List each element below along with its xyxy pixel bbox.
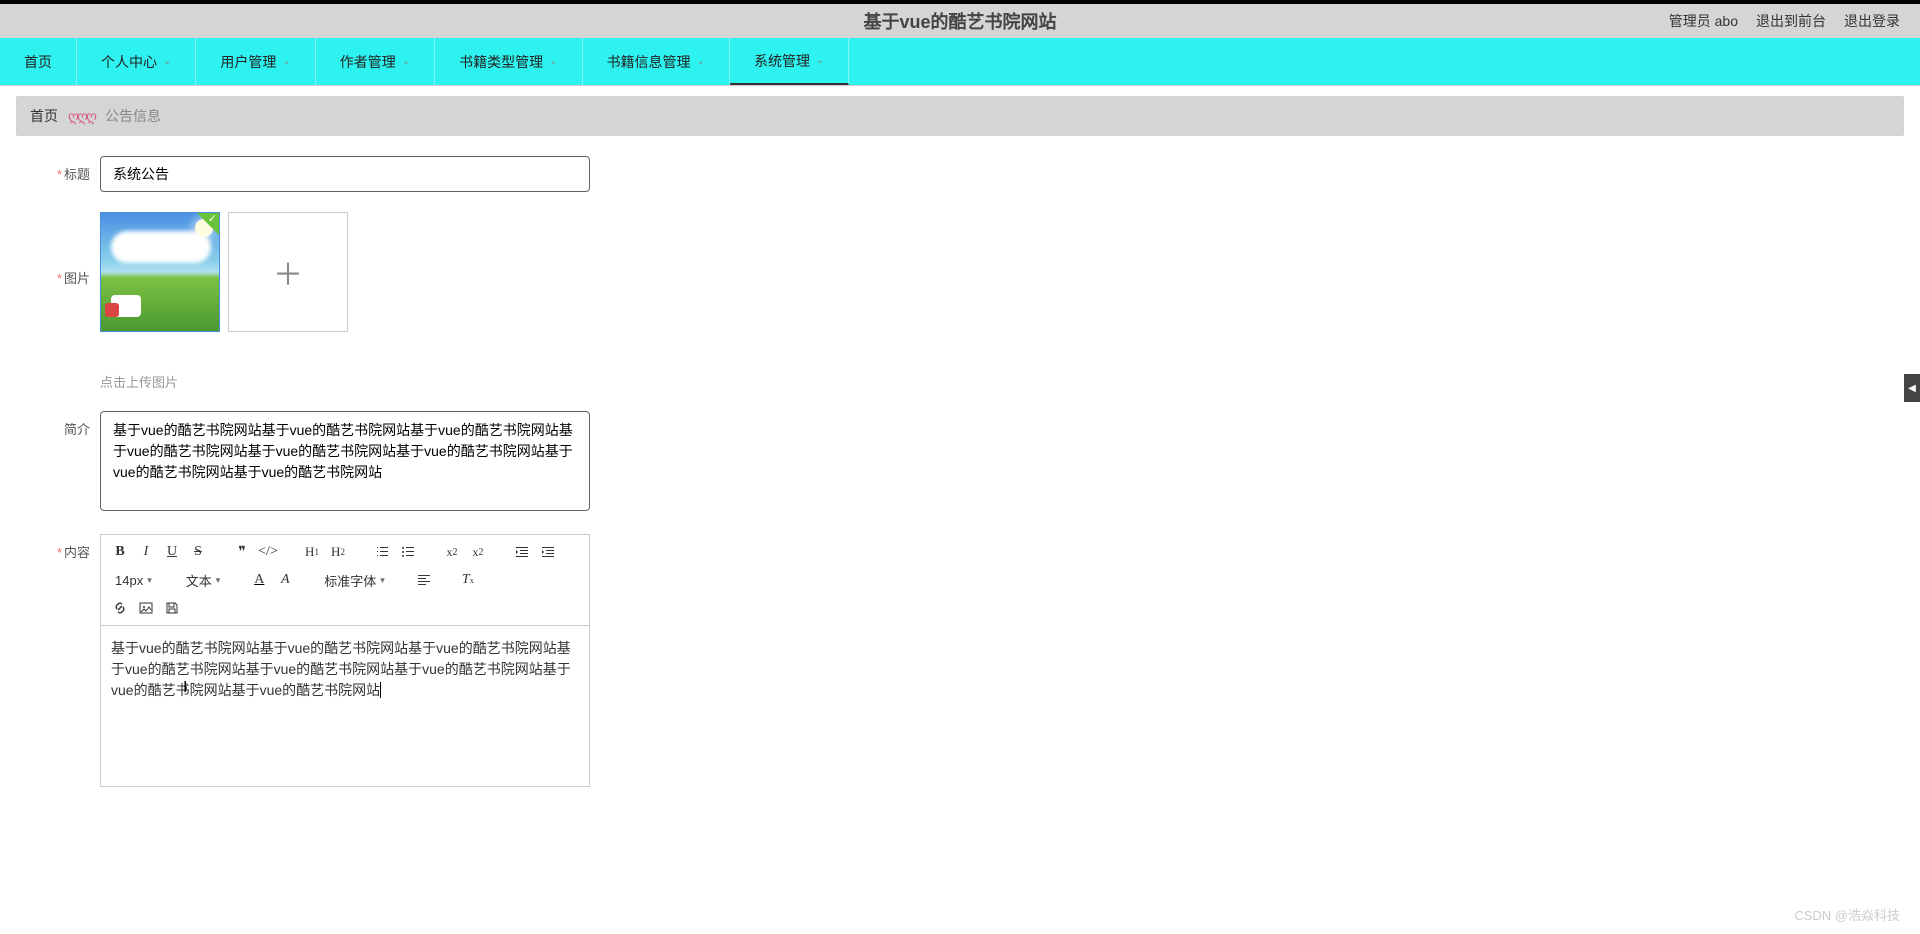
quote-icon[interactable]: ❞ xyxy=(231,541,253,563)
thumb-basket xyxy=(111,295,141,317)
nav-label: 作者管理 xyxy=(340,52,396,72)
save-icon[interactable] xyxy=(161,597,183,619)
ordered-list-icon[interactable] xyxy=(371,541,393,563)
chevron-down-icon: ⌄ xyxy=(697,56,705,67)
nav-system-mgmt[interactable]: 系统管理 ⌄ xyxy=(730,38,849,85)
indent-icon[interactable] xyxy=(537,541,559,563)
form-row-title: *标题 xyxy=(40,156,1880,192)
upload-hint: 点击上传图片 xyxy=(100,372,348,391)
text-caret xyxy=(380,682,381,698)
thumb-cloud xyxy=(111,231,211,263)
nav-label: 个人中心 xyxy=(101,52,157,72)
rich-editor: B I U S ❞ </> H1 H2 x2 xyxy=(100,534,590,787)
watermark: CSDN @浩焱科技 xyxy=(1794,905,1900,924)
form-row-content: *内容 B I U S ❞ </> H1 H2 xyxy=(40,534,1880,787)
breadcrumb-home[interactable]: 首页 xyxy=(30,106,58,126)
editor-toolbar: B I U S ❞ </> H1 H2 x2 xyxy=(101,535,589,626)
code-icon[interactable]: </> xyxy=(257,541,279,563)
nav-label: 系统管理 xyxy=(754,51,810,71)
italic-icon[interactable]: I xyxy=(135,541,157,563)
superscript-icon[interactable]: x2 xyxy=(467,541,489,563)
top-right-links: 管理员 abo 退出到前台 退出登录 xyxy=(1669,11,1900,31)
align-icon[interactable] xyxy=(413,569,435,591)
select-arrow-icon: ▾ xyxy=(216,575,221,586)
text-type-select[interactable]: 文本▾ xyxy=(180,569,227,591)
top-bar: 基于vue的酷艺书院网站 管理员 abo 退出到前台 退出登录 xyxy=(0,0,1920,38)
nav-label: 用户管理 xyxy=(220,52,276,72)
intro-textarea[interactable]: 基于vue的酷艺书院网站基于vue的酷艺书院网站基于vue的酷艺书院网站基于vu… xyxy=(100,411,590,511)
breadcrumb-current: 公告信息 xyxy=(105,106,161,126)
image-upload-row: ＋ xyxy=(100,212,348,332)
form-row-image: *图片 ＋ 点击上传图片 xyxy=(40,212,1880,391)
font-size-select[interactable]: 14px▾ xyxy=(109,569,158,591)
strike-icon[interactable]: S xyxy=(187,541,209,563)
editor-body[interactable]: 基于vue的酷艺书院网站基于vue的酷艺书院网站基于vue的酷艺书院网站基于vu… xyxy=(101,626,589,786)
bg-color-icon[interactable]: A xyxy=(274,569,296,591)
font-family-select[interactable]: 标准字体▾ xyxy=(318,569,391,591)
breadcrumb: 首页 ღღღ 公告信息 xyxy=(16,96,1904,136)
bold-icon[interactable]: B xyxy=(109,541,131,563)
title-label: *标题 xyxy=(40,156,100,183)
uploaded-image-thumb[interactable] xyxy=(100,212,220,332)
admin-link[interactable]: 管理员 abo xyxy=(1669,11,1738,31)
logout-link[interactable]: 退出登录 xyxy=(1844,11,1900,31)
form-area: *标题 *图片 ＋ 点击上传图片 简介 xyxy=(0,146,1920,847)
nav-book-info-mgmt[interactable]: 书籍信息管理 ⌄ xyxy=(583,38,730,85)
intro-label: 简介 xyxy=(40,411,100,438)
nav-label: 首页 xyxy=(24,52,52,72)
text-cursor-icon: I xyxy=(183,676,187,700)
nav-label: 书籍信息管理 xyxy=(607,52,691,72)
clear-format-icon[interactable]: Tx xyxy=(457,569,479,591)
editor-text: 基于vue的酷艺书院网站基于vue的酷艺书院网站基于vue的酷艺书院网站基于vu… xyxy=(111,640,571,698)
chevron-down-icon: ⌄ xyxy=(549,56,557,67)
breadcrumb-separator: ღღღ xyxy=(68,108,95,125)
chevron-down-icon: ⌄ xyxy=(163,56,171,67)
main-nav: 首页 个人中心 ⌄ 用户管理 ⌄ 作者管理 ⌄ 书籍类型管理 ⌄ 书籍信息管理 ⌄ 系统管… xyxy=(0,38,1920,86)
outdent-icon[interactable] xyxy=(511,541,533,563)
nav-author-mgmt[interactable]: 作者管理 ⌄ xyxy=(316,38,435,85)
form-row-intro: 简介 基于vue的酷艺书院网站基于vue的酷艺书院网站基于vue的酷艺书院网站基… xyxy=(40,411,1880,514)
side-collapse-tab[interactable]: ◀ xyxy=(1904,374,1920,402)
nav-home[interactable]: 首页 xyxy=(0,38,77,85)
chevron-down-icon: ⌄ xyxy=(282,56,290,67)
add-image-button[interactable]: ＋ xyxy=(228,212,348,332)
goto-front-link[interactable]: 退出到前台 xyxy=(1756,11,1826,31)
plus-icon: ＋ xyxy=(273,250,303,294)
link-icon[interactable] xyxy=(109,597,131,619)
nav-user-mgmt[interactable]: 用户管理 ⌄ xyxy=(196,38,315,85)
title-input[interactable] xyxy=(100,156,590,192)
image-icon[interactable] xyxy=(135,597,157,619)
h2-icon[interactable]: H2 xyxy=(327,541,349,563)
font-color-icon[interactable]: A xyxy=(248,569,270,591)
nav-personal-center[interactable]: 个人中心 ⌄ xyxy=(77,38,196,85)
image-label: *图片 xyxy=(40,212,100,287)
select-arrow-icon: ▾ xyxy=(147,575,152,586)
select-arrow-icon: ▾ xyxy=(380,575,385,586)
chevron-down-icon: ⌄ xyxy=(402,56,410,67)
underline-icon[interactable]: U xyxy=(161,541,183,563)
h1-icon[interactable]: H1 xyxy=(301,541,323,563)
app-title: 基于vue的酷艺书院网站 xyxy=(863,8,1056,34)
subscript-icon[interactable]: x2 xyxy=(441,541,463,563)
chevron-down-icon: ⌄ xyxy=(816,55,824,66)
nav-label: 书籍类型管理 xyxy=(459,52,543,72)
content-label: *内容 xyxy=(40,534,100,561)
unordered-list-icon[interactable] xyxy=(397,541,419,563)
nav-book-type-mgmt[interactable]: 书籍类型管理 ⌄ xyxy=(435,38,582,85)
